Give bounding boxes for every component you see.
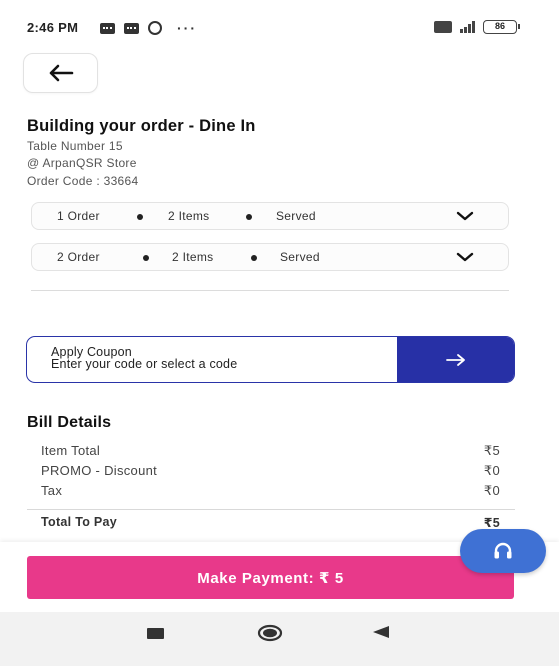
- bill-row-label: Tax: [41, 483, 63, 498]
- section-divider: [31, 290, 509, 291]
- whatsapp-icon: [148, 21, 162, 35]
- table-number: Table Number 15: [27, 139, 123, 153]
- coupon-subtitle: Enter your code or select a code: [51, 357, 238, 371]
- bill-row-promo-discount: PROMO - Discount ₹0: [41, 463, 500, 478]
- status-bar: 2:46 PM ··· 86: [0, 0, 559, 56]
- bill-row-amount: ₹5: [483, 443, 500, 458]
- order-items: 2 Items: [168, 209, 210, 223]
- bill-details-title: Bill Details: [27, 414, 112, 431]
- order-card-2[interactable]: 2 Order 2 Items Served: [31, 243, 509, 271]
- page-title: Building your order - Dine In: [27, 117, 256, 135]
- order-status: Served: [280, 250, 320, 264]
- bill-row-amount: ₹0: [483, 483, 500, 498]
- order-card-1[interactable]: 1 Order 2 Items Served: [31, 202, 509, 230]
- system-navigation-bar: [0, 612, 559, 666]
- message-icon: [100, 22, 115, 34]
- make-payment-button[interactable]: Make Payment: ₹ 5: [27, 556, 514, 599]
- back-button[interactable]: [23, 53, 98, 93]
- separator-dot: [143, 255, 149, 261]
- bill-row-item-total: Item Total ₹5: [41, 443, 500, 458]
- order-items: 2 Items: [172, 250, 214, 264]
- bill-row-label: PROMO - Discount: [41, 463, 158, 478]
- headset-icon: [494, 542, 512, 559]
- signal-icon: [460, 21, 475, 33]
- notification-icons: ···: [100, 21, 197, 35]
- back-triangle-icon[interactable]: [372, 625, 390, 639]
- bill-row-total: Total To Pay ₹5: [41, 515, 500, 530]
- order-number: 1 Order: [57, 209, 100, 223]
- apply-coupon-button[interactable]: [397, 337, 514, 382]
- order-number: 2 Order: [57, 250, 100, 264]
- separator-dot: [246, 214, 252, 220]
- store-name: @ ArpanQSR Store: [27, 156, 137, 170]
- bill-row-label: Item Total: [41, 443, 101, 458]
- separator-dot: [137, 214, 143, 220]
- order-status: Served: [276, 209, 316, 223]
- status-time: 2:46 PM: [27, 20, 79, 35]
- recents-square-icon[interactable]: [147, 628, 164, 639]
- arrow-left-icon: [49, 64, 73, 82]
- bill-row-amount: ₹0: [483, 463, 500, 478]
- chevron-down-icon[interactable]: [456, 251, 474, 263]
- chevron-down-icon[interactable]: [456, 210, 474, 222]
- separator-dot: [251, 255, 257, 261]
- total-label: Total To Pay: [41, 515, 118, 529]
- more-notifications-icon: ···: [177, 20, 197, 36]
- bill-row-tax: Tax ₹0: [41, 483, 500, 498]
- order-code: Order Code : 33664: [27, 174, 139, 188]
- system-icons: 86: [434, 20, 520, 34]
- apply-coupon-card[interactable]: Apply Coupon Enter your code or select a…: [26, 336, 515, 383]
- battery-icon: 86: [483, 20, 520, 34]
- total-amount: ₹5: [483, 516, 500, 530]
- home-circle-icon[interactable]: [257, 624, 283, 642]
- volte-icon: [434, 21, 452, 33]
- arrow-right-icon: [445, 353, 465, 366]
- support-button[interactable]: [460, 529, 546, 573]
- bill-divider: [27, 509, 515, 510]
- message-icon: [124, 22, 139, 34]
